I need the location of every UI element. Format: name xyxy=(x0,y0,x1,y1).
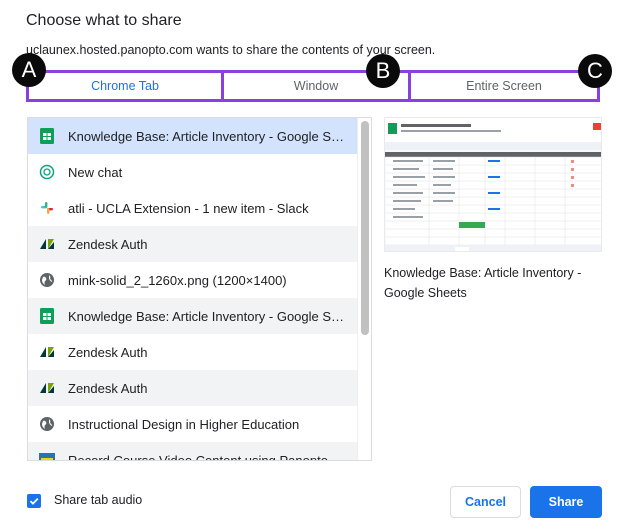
share-source-tabs: Chrome Tab Window Entire Screen xyxy=(26,70,600,102)
annotation-marker-a: A xyxy=(12,53,46,87)
zendesk-icon xyxy=(39,380,55,396)
globe-icon xyxy=(39,272,55,288)
tab-entire-screen[interactable]: Entire Screen xyxy=(411,70,600,102)
slack-icon xyxy=(39,200,55,216)
list-item[interactable]: Zendesk Auth xyxy=(28,370,371,406)
list-item[interactable]: Zendesk Auth xyxy=(28,334,371,370)
dialog-subtitle: uclaunex.hosted.panopto.com wants to sha… xyxy=(26,43,436,57)
list-item[interactable]: mink-solid_2_1260x.png (1200×1400) xyxy=(28,262,371,298)
list-item-label: Zendesk Auth xyxy=(68,380,148,396)
list-item[interactable]: Zendesk Auth xyxy=(28,226,371,262)
share-button[interactable]: Share xyxy=(530,486,602,518)
annotation-marker-c: C xyxy=(578,54,612,88)
list-item[interactable]: Knowledge Base: Article Inventory - Goog… xyxy=(28,118,371,154)
preview-caption: Knowledge Base: Article Inventory - Goog… xyxy=(384,266,582,300)
list-scroll-thumb[interactable] xyxy=(361,121,369,335)
zendesk-icon xyxy=(39,344,55,360)
list-item-label: Knowledge Base: Article Inventory - Goog… xyxy=(68,308,350,324)
list-item-label: Knowledge Base: Article Inventory - Goog… xyxy=(68,128,350,144)
chatgpt-icon xyxy=(39,164,55,180)
list-item-label: New chat xyxy=(68,164,123,180)
cancel-button[interactable]: Cancel xyxy=(450,486,521,518)
share-audio-label[interactable]: Share tab audio xyxy=(54,493,142,507)
globe-icon xyxy=(39,416,55,432)
share-audio-checkbox[interactable] xyxy=(27,494,41,508)
dialog-title: Choose what to share xyxy=(26,12,182,29)
tab-chrome-tab[interactable]: Chrome Tab xyxy=(26,70,224,102)
tab-list: Knowledge Base: Article Inventory - Goog… xyxy=(27,117,372,461)
list-item[interactable]: New chat xyxy=(28,154,371,190)
list-item[interactable]: Record Course Video Content using Panopt… xyxy=(28,442,371,461)
google-sheets-icon xyxy=(39,128,55,144)
list-item-label: Instructional Design in Higher Education xyxy=(68,416,300,432)
google-sheets-icon xyxy=(39,308,55,324)
ucla-icon xyxy=(39,452,55,460)
list-item-label: atli - UCLA Extension - 1 new item - Sla… xyxy=(68,200,309,216)
list-item[interactable]: atli - UCLA Extension - 1 new item - Sla… xyxy=(28,190,371,226)
annotation-marker-b: B xyxy=(366,54,400,88)
list-item-label: Record Course Video Content using Panopt… xyxy=(68,452,339,461)
list-item[interactable]: Instructional Design in Higher Education xyxy=(28,406,371,442)
list-item-label: mink-solid_2_1260x.png (1200×1400) xyxy=(68,272,287,288)
list-item[interactable]: Knowledge Base: Article Inventory - Goog… xyxy=(28,298,371,334)
tab-preview-thumbnail xyxy=(384,117,602,252)
list-item-label: Zendesk Auth xyxy=(68,236,148,252)
checkmark-icon xyxy=(29,497,39,505)
list-item-label: Zendesk Auth xyxy=(68,344,148,360)
zendesk-icon xyxy=(39,236,55,252)
list-scrollbar[interactable] xyxy=(357,118,371,460)
